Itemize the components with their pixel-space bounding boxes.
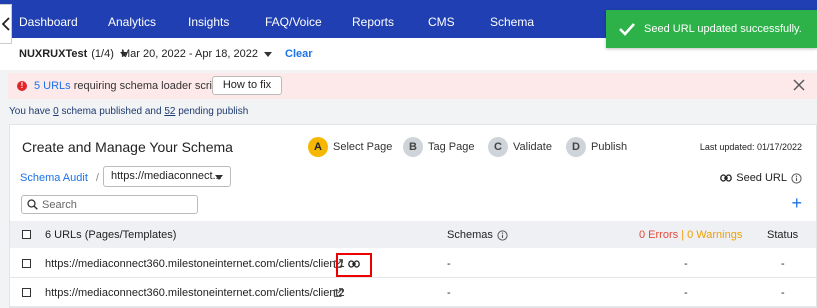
- breadcrumb: Schema Audit /: [20, 172, 107, 184]
- row-schemas: -: [447, 258, 451, 270]
- info-icon[interactable]: [497, 229, 508, 241]
- breadcrumb-separator: /: [95, 172, 99, 184]
- breadcrumb-schema-audit[interactable]: Schema Audit: [20, 172, 88, 184]
- publish-status: You have 0 schema published and 52 pendi…: [9, 106, 248, 117]
- step-label: Select Page: [333, 141, 393, 153]
- row-errors: -: [684, 258, 688, 270]
- chevron-down-icon: [263, 51, 272, 57]
- nav-insights[interactable]: Insights: [188, 0, 229, 38]
- date-range-selector[interactable]: Mar 20, 2022 - Apr 18, 2022: [121, 48, 272, 60]
- alert-banner: ! 5 URLs requiring schema loader script …: [8, 73, 817, 99]
- success-toast: Seed URL updated successfully.: [606, 10, 817, 48]
- page-title: Create and Manage Your Schema: [22, 139, 233, 155]
- pending-count-link[interactable]: 52: [164, 106, 175, 117]
- toast-message: Seed URL updated successfully.: [644, 23, 802, 35]
- search-placeholder: Search: [42, 198, 77, 211]
- row-url: https://mediaconnect360.milestoneinterne…: [45, 287, 345, 299]
- search-icon: [27, 199, 38, 210]
- header-errors: 0 Errors: [639, 229, 679, 241]
- url-dropdown[interactable]: https://mediaconnect...: [103, 166, 231, 187]
- nav-schema[interactable]: Schema: [490, 0, 534, 38]
- alert-urls-link[interactable]: 5 URLs: [34, 80, 71, 92]
- clear-button[interactable]: Clear: [285, 48, 313, 60]
- step-label: Validate: [513, 141, 552, 153]
- how-to-fix-button[interactable]: How to fix: [212, 76, 282, 95]
- alert-icon: !: [17, 81, 27, 91]
- date-range: Mar 20, 2022 - Apr 18, 2022: [121, 48, 258, 60]
- app-root: Dashboard Analytics Insights FAQ/Voice R…: [0, 0, 817, 308]
- header-schemas: Schemas: [447, 229, 508, 241]
- header-urls: 6 URLs (Pages/Templates): [45, 229, 177, 241]
- alert-text: requiring schema loader script: [73, 80, 222, 92]
- nav-cms[interactable]: CMS: [428, 0, 455, 38]
- status-suffix: pending publish: [178, 106, 249, 117]
- step-publish[interactable]: D Publish: [566, 137, 627, 157]
- chevron-down-icon: [215, 175, 223, 180]
- step-label: Publish: [591, 141, 628, 153]
- step-select-page[interactable]: A Select Page: [308, 137, 392, 157]
- row-url: https://mediaconnect360.milestoneinterne…: [45, 258, 345, 270]
- row-checkbox[interactable]: [22, 288, 31, 297]
- info-icon[interactable]: [791, 172, 802, 184]
- row-errors: -: [684, 287, 688, 299]
- seed-url-label: Seed URL: [736, 172, 787, 184]
- step-badge: B: [403, 137, 423, 157]
- select-all-checkbox[interactable]: [22, 230, 31, 239]
- search-input[interactable]: Search: [21, 195, 198, 214]
- schema-card: Create and Manage Your Schema A Select P…: [9, 124, 817, 308]
- external-link-icon[interactable]: [334, 288, 343, 297]
- url-dropdown-value: https://mediaconnect...: [111, 170, 222, 182]
- close-icon[interactable]: [793, 79, 805, 91]
- published-count-link[interactable]: 0: [53, 106, 59, 117]
- step-badge: D: [566, 137, 586, 157]
- account-selector[interactable]: NUXRUXTest (1/4): [19, 48, 128, 60]
- header-warnings: 0 Warnings: [687, 229, 743, 241]
- nav-analytics[interactable]: Analytics: [108, 0, 156, 38]
- row-status: -: [781, 287, 785, 299]
- table-row[interactable]: https://mediaconnect360.milestoneinterne…: [10, 249, 816, 278]
- step-badge: C: [488, 137, 508, 157]
- step-tag-page[interactable]: B Tag Page: [403, 137, 474, 157]
- highlight-box: [336, 253, 372, 277]
- add-url-button[interactable]: +: [791, 194, 802, 212]
- chevron-left-icon: [1, 17, 10, 31]
- header-sep: |: [681, 229, 685, 241]
- nav-dashboard[interactable]: Dashboard: [19, 0, 78, 38]
- step-badge: A: [308, 137, 328, 157]
- clear-label: Clear: [285, 48, 313, 60]
- collapse-sidebar-button[interactable]: [0, 4, 12, 44]
- row-status: -: [781, 258, 785, 270]
- nav-reports[interactable]: Reports: [352, 0, 394, 38]
- account-count: (1/4): [91, 48, 114, 60]
- status-middle: schema published and: [61, 106, 162, 117]
- check-icon: [619, 23, 635, 36]
- table-row[interactable]: https://mediaconnect360.milestoneinterne…: [10, 278, 816, 307]
- alert-message: 5 URLs requiring schema loader script: [34, 80, 221, 92]
- seed-url-button[interactable]: Seed URL: [720, 172, 802, 184]
- nav-faq-voice[interactable]: FAQ/Voice: [265, 0, 322, 38]
- header-schemas-label: Schemas: [447, 229, 493, 241]
- row-schemas: -: [447, 287, 451, 299]
- header-status: Status: [767, 229, 799, 241]
- account-name: NUXRUXTest: [19, 48, 88, 60]
- header-errors-warnings: 0 Errors | 0 Warnings: [639, 229, 742, 241]
- link-icon: [720, 174, 733, 182]
- step-label: Tag Page: [428, 141, 475, 153]
- last-updated: Last updated: 01/17/2022: [699, 142, 802, 152]
- step-validate[interactable]: C Validate: [488, 137, 552, 157]
- row-checkbox[interactable]: [22, 259, 31, 268]
- status-prefix: You have: [9, 106, 51, 117]
- table-header: 6 URLs (Pages/Templates) Schemas 0 Error…: [10, 221, 816, 248]
